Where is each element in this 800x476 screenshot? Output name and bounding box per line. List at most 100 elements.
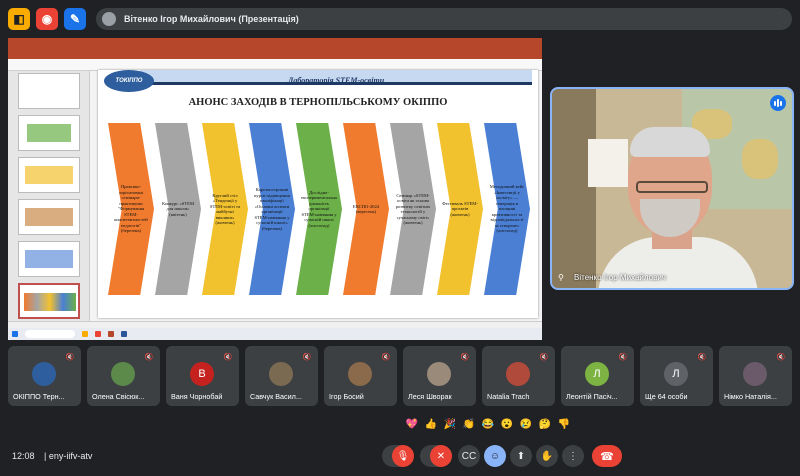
participant-name: Німко Наталія... [724,392,777,401]
mic-muted-icon: 🔇 [460,354,470,361]
reaction-emoji[interactable]: 🎉 [443,417,457,431]
wall-calendar [588,139,628,187]
participant-tile[interactable]: В 🔇 Ваня Чорнобай [166,346,239,406]
speaker-video[interactable]: ⚲ Вітенко Ігор Михайлович [550,87,794,290]
pin-icon[interactable]: ⚲ [558,273,564,282]
logo-text: ТОКІППО [115,78,143,84]
participant-tile[interactable]: 🔇 ОКІППО Терн... [8,346,81,406]
chevron-step-text: Семінар «STEM-освіта як основа розвитку … [395,192,431,226]
participant-name: Natalia Trach [487,392,530,401]
windows-start-icon [12,331,18,337]
slide-thumbnail-selected [18,283,80,319]
mic-muted-icon: 🔇 [776,354,786,361]
participant-tile[interactable]: 🔇 Савчук Васил... [245,346,318,406]
reaction-emoji[interactable]: 🤔 [538,417,552,431]
participant-tile[interactable]: 🔇 Natalia Trach [482,346,555,406]
taskbar-search [25,330,75,338]
mic-muted-icon: 🔇 [223,354,233,361]
reaction-emoji[interactable]: 💖 [405,417,419,431]
participant-avatar [506,362,530,386]
participant-tile[interactable]: 🔇 Леся Шворак [403,346,476,406]
powerpoint-ribbon [8,47,542,59]
top-bar: ◧ ◉ ✎ Вітенко Ігор Михайлович (Презентац… [0,0,800,36]
captions-icon[interactable]: CC [458,445,480,467]
mic-off-icon[interactable]: 🎙 [392,445,414,467]
participant-name: ОКІППО Терн... [13,392,65,401]
participant-name: Леся Шворак [408,392,452,401]
participant-tile[interactable]: 🔇 Олена Свісюк... [87,346,160,406]
reaction-emoji[interactable]: 😂 [481,417,495,431]
speaker-name: Вітенко Ігор Михайлович [574,273,666,282]
slide-thumbnail [18,157,80,193]
chevron-step-text: ЕКСПО-2024 (вересень) [352,203,380,215]
participant-name: Савчук Васил... [250,392,302,401]
presentation-bar[interactable]: Вітенко Ігор Михайлович (Презентація) [96,8,792,30]
participant-avatar [743,362,767,386]
screen-share-icon[interactable]: ◧ [8,8,30,30]
participant-avatar [348,362,372,386]
chevron-process: Практико-зорієнтовані семінари-практикум… [108,123,532,295]
reaction-emoji[interactable]: 😮 [500,417,514,431]
mic-muted-icon: 🔇 [697,354,707,361]
chevron-step-text: Круглий стіл «Тенденції у STEM-освіті та… [209,192,241,226]
present-icon[interactable]: ⬆ [510,445,532,467]
chevron-step-text: Конкурс «STEM для школи» (квітень) [161,200,195,217]
reaction-emoji[interactable]: 👍 [424,417,438,431]
word-icon [121,331,127,337]
separator: | [44,451,47,461]
bottom-bar: 12:08 | eny-iifv-atv ⌃ 🎙 ⌃ ✕ CC ☺ ⬆ ✋ ⋮ … [0,438,800,476]
participant-tile[interactable]: Л 🔇 Ще 64 особи [640,346,713,406]
reaction-emoji[interactable]: 😢 [519,417,533,431]
participant-name: Ігор Босий [329,392,364,401]
participant-avatar: Л [664,362,688,386]
lab-title: Лабораторія STEM-освіти [287,76,385,85]
camera-off-icon[interactable]: ✕ [430,445,452,467]
slide-thumbnail [18,241,80,277]
mic-muted-icon: 🔇 [618,354,628,361]
presenter-avatar [102,12,116,26]
participant-name: Леонтій Пасіч... [566,392,618,401]
hang-up-button[interactable]: ☎ [592,445,622,467]
raise-hand-icon[interactable]: ✋ [536,445,558,467]
participant-tile[interactable]: Л 🔇 Леонтій Пасіч... [561,346,634,406]
slide-heading: АНОНС ЗАХОДІВ В ТЕРНОПІЛЬСЬКОМУ ОКІППО [188,97,448,108]
participant-avatar: В [190,362,214,386]
chrome-icon [95,331,101,337]
powerpoint-titlebar [8,38,542,47]
participant-name: Ваня Чорнобай [171,392,223,401]
speaker-hair [630,127,710,157]
reaction-emoji[interactable]: 👏 [462,417,476,431]
mic-muted-icon: 🔇 [539,354,549,361]
presenter-title: Вітенко Ігор Михайлович (Презентація) [124,14,299,24]
participant-name: Олена Свісюк... [92,392,145,401]
slide-thumbnail [18,199,80,235]
more-options-icon[interactable]: ⋮ [562,445,584,467]
meeting-time: 12:08 [12,451,35,461]
participant-avatar [427,362,451,386]
windows-taskbar [8,328,542,340]
chevron-step-text: Фестиваль STEM-проєктів (жовтень) [442,200,478,217]
participant-avatar [269,362,293,386]
mic-muted-icon: 🔇 [381,354,391,361]
mic-muted-icon: 🔇 [65,354,75,361]
powerpoint-statusbar [8,321,542,328]
reaction-bar: 💖 👍 🎉 👏 😂 😮 😢 🤔 👎 [405,415,571,433]
record-icon[interactable]: ◉ [36,8,58,30]
chevron-step-text: Методичний кейс «Інвестиції у «освіту» —… [489,184,525,234]
participant-avatar: Л [585,362,609,386]
chevron-step-text: Короткострокові курси підвищення кваліфі… [254,187,290,231]
mic-muted-icon: 🔇 [302,354,312,361]
mic-muted-icon: 🔇 [144,354,154,361]
slide-thumbnail [18,115,80,151]
meeting-code: | eny-iifv-atv [44,451,92,461]
emoji-icon[interactable]: ☺ [484,445,506,467]
slide-thumbnail [18,73,80,109]
participant-tile[interactable]: 🔇 Ігор Босий [324,346,397,406]
participant-avatar [111,362,135,386]
participant-name: Ще 64 особи [645,392,688,401]
reaction-emoji[interactable]: 👎 [557,417,571,431]
edit-icon[interactable]: ✎ [64,8,86,30]
participant-tile[interactable]: 🔇 Німко Наталія... [719,346,792,406]
speaking-indicator-icon [770,95,786,111]
slide-canvas: Лабораторія STEM-освіти ТОКІППО АНОНС ЗА… [98,70,538,318]
